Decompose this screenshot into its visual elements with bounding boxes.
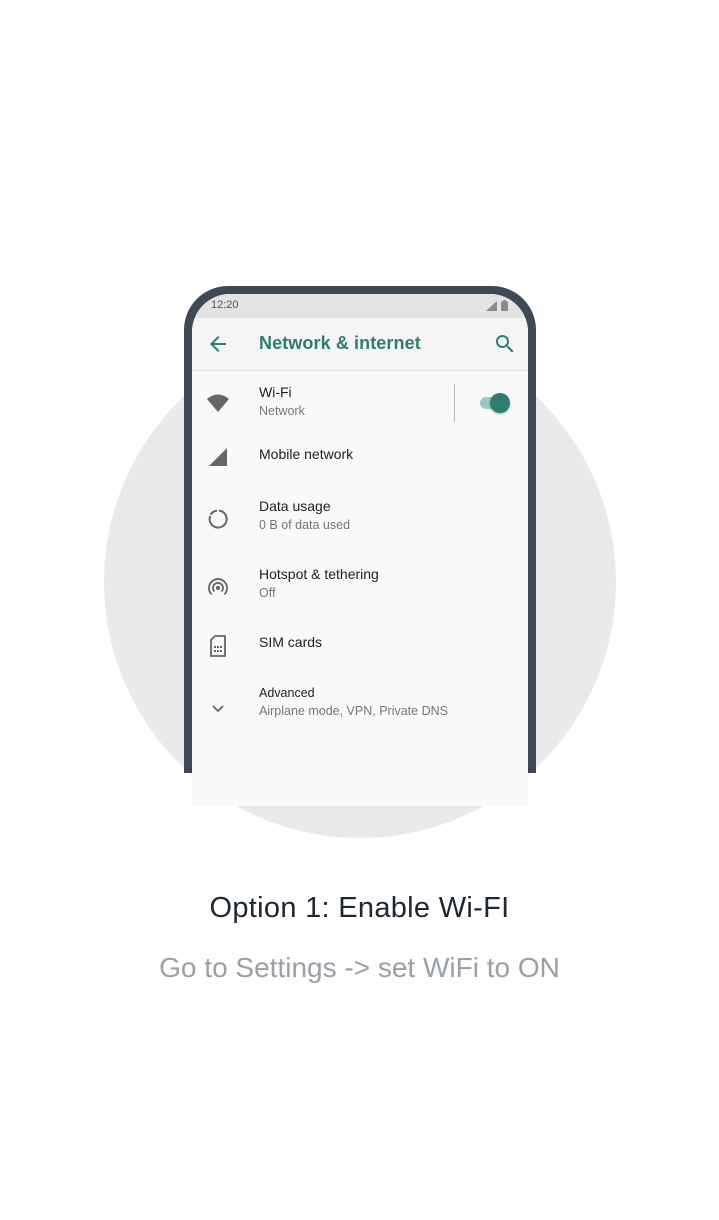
- phone-screen: 12:20 Network & internet Wi-Fi Network M…: [192, 294, 528, 806]
- mobile-network-setting[interactable]: Mobile network: [192, 443, 528, 495]
- caption-title: Option 1: Enable Wi-FI: [209, 892, 510, 924]
- hotspot-setting[interactable]: Hotspot & tethering Off: [192, 563, 528, 631]
- page-title: Network & internet: [259, 333, 421, 353]
- phone-mockup: 12:20 Network & internet Wi-Fi Network M…: [184, 286, 536, 806]
- chevron-down-icon: [206, 697, 230, 721]
- data-usage-setting[interactable]: Data usage 0 B of data used: [192, 495, 528, 563]
- mobile-network-title: Mobile network: [259, 446, 354, 462]
- advanced-subtitle: Airplane mode, VPN, Private DNS: [259, 704, 448, 718]
- app-bar: Network & internet: [192, 318, 528, 371]
- arrow-back-icon[interactable]: [206, 332, 230, 356]
- sim-cards-setting[interactable]: SIM cards: [192, 631, 528, 681]
- caption-subtitle: Go to Settings -> set WiFi to ON: [159, 952, 560, 983]
- sim-card-icon: [206, 634, 230, 658]
- status-bar: 12:20: [192, 294, 528, 318]
- data-usage-title: Data usage: [259, 498, 331, 514]
- battery-icon: [501, 300, 508, 311]
- hotspot-title: Hotspot & tethering: [259, 566, 379, 582]
- wifi-setting[interactable]: Wi-Fi Network: [192, 377, 528, 443]
- wifi-icon: [206, 391, 230, 415]
- sim-cards-title: SIM cards: [259, 634, 323, 650]
- data-usage-subtitle: 0 B of data used: [259, 518, 351, 532]
- data-usage-icon: [206, 507, 230, 531]
- status-time: 12:20: [211, 299, 239, 311]
- advanced-title: Advanced: [259, 686, 315, 700]
- signal-icon: [206, 445, 230, 469]
- vertical-divider: [454, 384, 455, 422]
- search-icon[interactable]: [493, 332, 517, 356]
- hotspot-subtitle: Off: [259, 586, 276, 600]
- toggle-thumb: [490, 393, 510, 413]
- status-icons: [486, 300, 508, 311]
- wifi-toggle[interactable]: [480, 393, 510, 413]
- wifi-title: Wi-Fi: [259, 384, 292, 400]
- wifi-subtitle: Network: [259, 404, 305, 418]
- cell-signal-icon: [486, 301, 497, 311]
- hotspot-icon: [206, 575, 230, 599]
- advanced-setting[interactable]: Advanced Airplane mode, VPN, Private DNS: [192, 681, 528, 749]
- page: 12:20 Network & internet Wi-Fi Network M…: [0, 0, 719, 1220]
- settings-list: Wi-Fi Network Mobile network Data usage …: [192, 377, 528, 749]
